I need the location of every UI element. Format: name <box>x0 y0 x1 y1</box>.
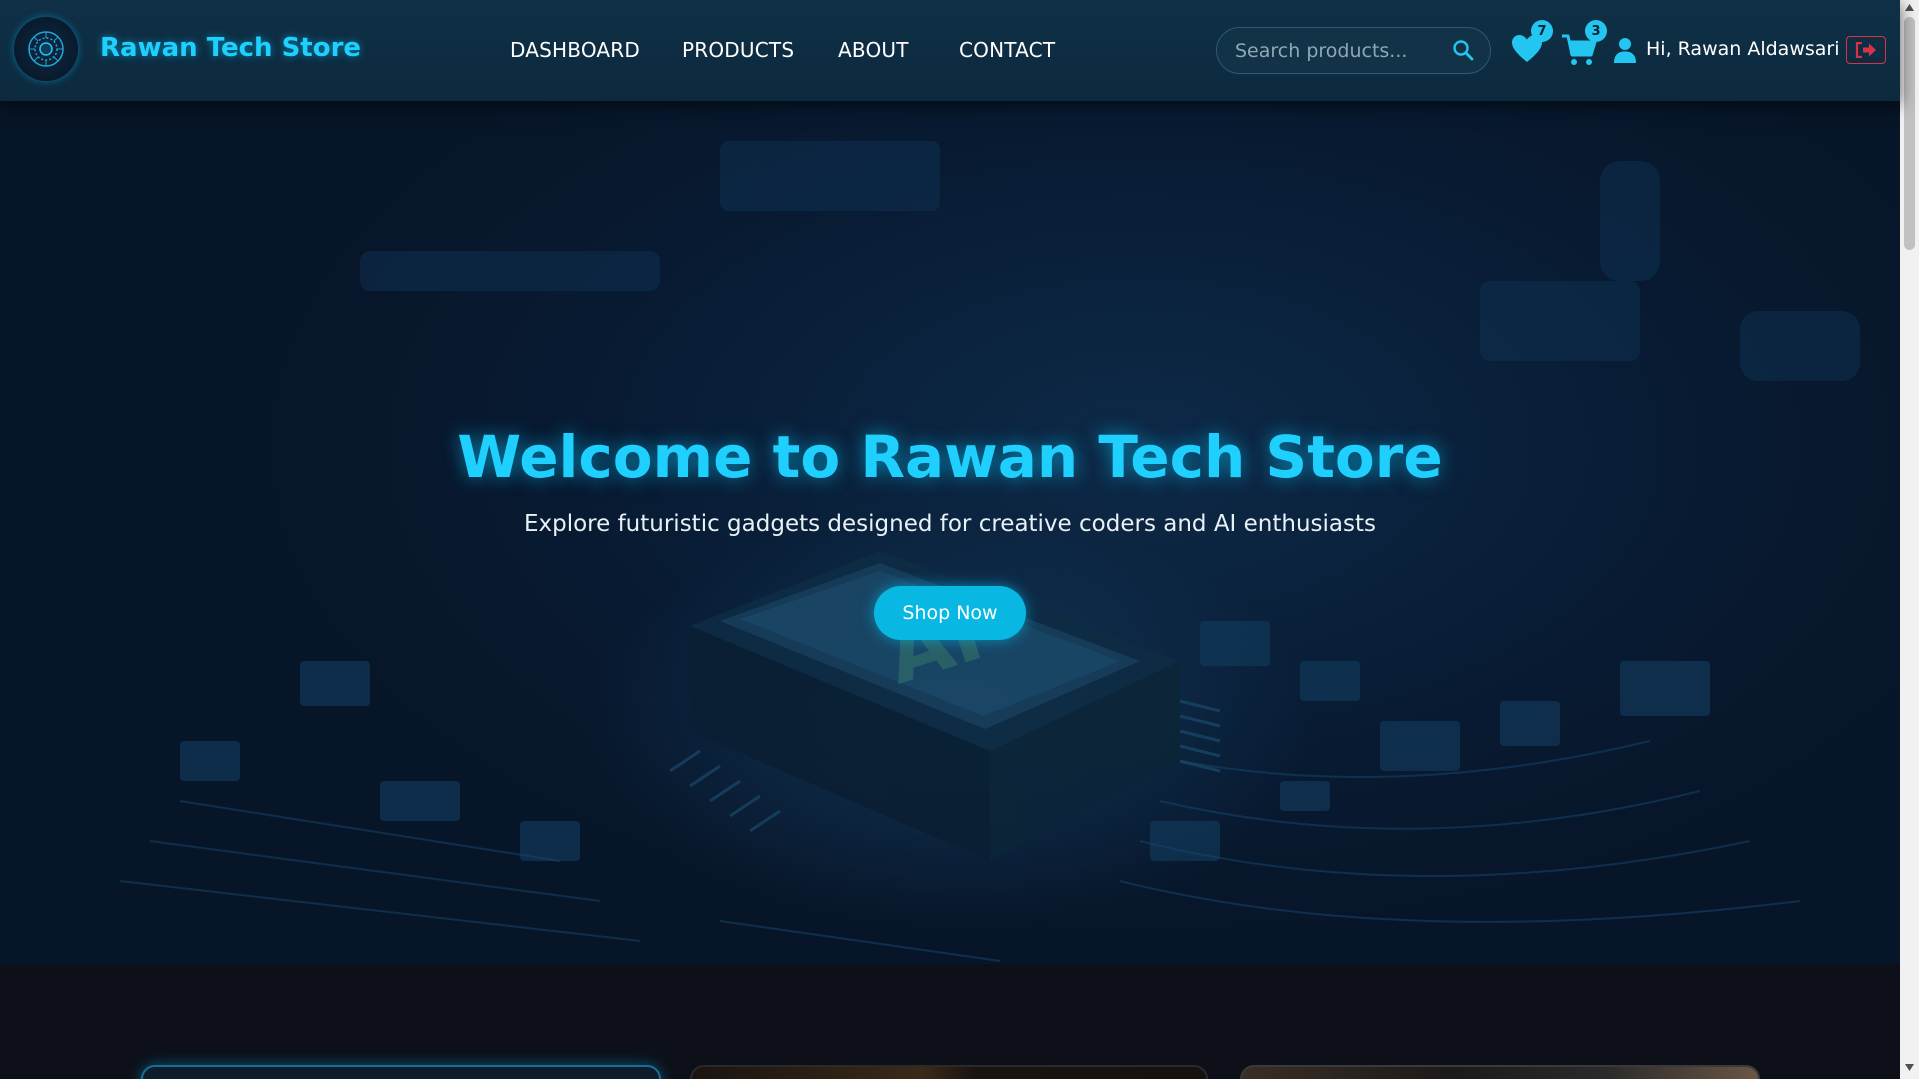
nav-link-products[interactable]: PRODUCTS <box>682 38 794 62</box>
brand-name[interactable]: Rawan Tech Store <box>100 33 361 63</box>
wishlist-button[interactable]: 7 <box>1511 20 1553 68</box>
product-card[interactable] <box>690 1065 1208 1079</box>
user-greeting[interactable]: Hi, Rawan Aldawsari <box>1646 38 1840 60</box>
search-box <box>1216 27 1491 74</box>
nav-link-contact[interactable]: CONTACT <box>959 38 1055 62</box>
wishlist-count-badge: 7 <box>1531 20 1553 42</box>
logout-button[interactable] <box>1846 36 1886 64</box>
scroll-down-arrow-icon[interactable] <box>1905 1064 1914 1071</box>
hero-section: AI Welcome to Rawan Tech Store Explore f… <box>0 101 1900 964</box>
shop-now-button[interactable]: Shop Now <box>874 586 1026 640</box>
logo[interactable] <box>14 17 78 81</box>
page-scrollbar[interactable] <box>1900 0 1919 1079</box>
circuit-logo-icon <box>28 31 64 67</box>
user-icon[interactable] <box>1614 37 1636 63</box>
nav-link-dashboard[interactable]: DASHBOARD <box>510 38 640 62</box>
navbar: Rawan Tech Store DASHBOARD PRODUCTS ABOU… <box>0 0 1900 101</box>
product-card[interactable] <box>1240 1065 1760 1079</box>
search-input[interactable] <box>1235 37 1445 65</box>
hero-title: Welcome to Rawan Tech Store <box>457 423 1443 491</box>
hero-subtitle: Explore futuristic gadgets designed for … <box>523 511 1377 537</box>
scroll-up-arrow-icon[interactable] <box>1905 4 1914 11</box>
cart-button[interactable]: 3 <box>1561 20 1607 71</box>
cart-count-badge: 3 <box>1585 20 1607 42</box>
nav-link-about[interactable]: ABOUT <box>838 38 909 62</box>
logout-icon <box>1855 42 1876 58</box>
product-card[interactable] <box>141 1065 661 1079</box>
scrollbar-thumb[interactable] <box>1904 17 1915 250</box>
search-icon[interactable] <box>1452 39 1474 61</box>
